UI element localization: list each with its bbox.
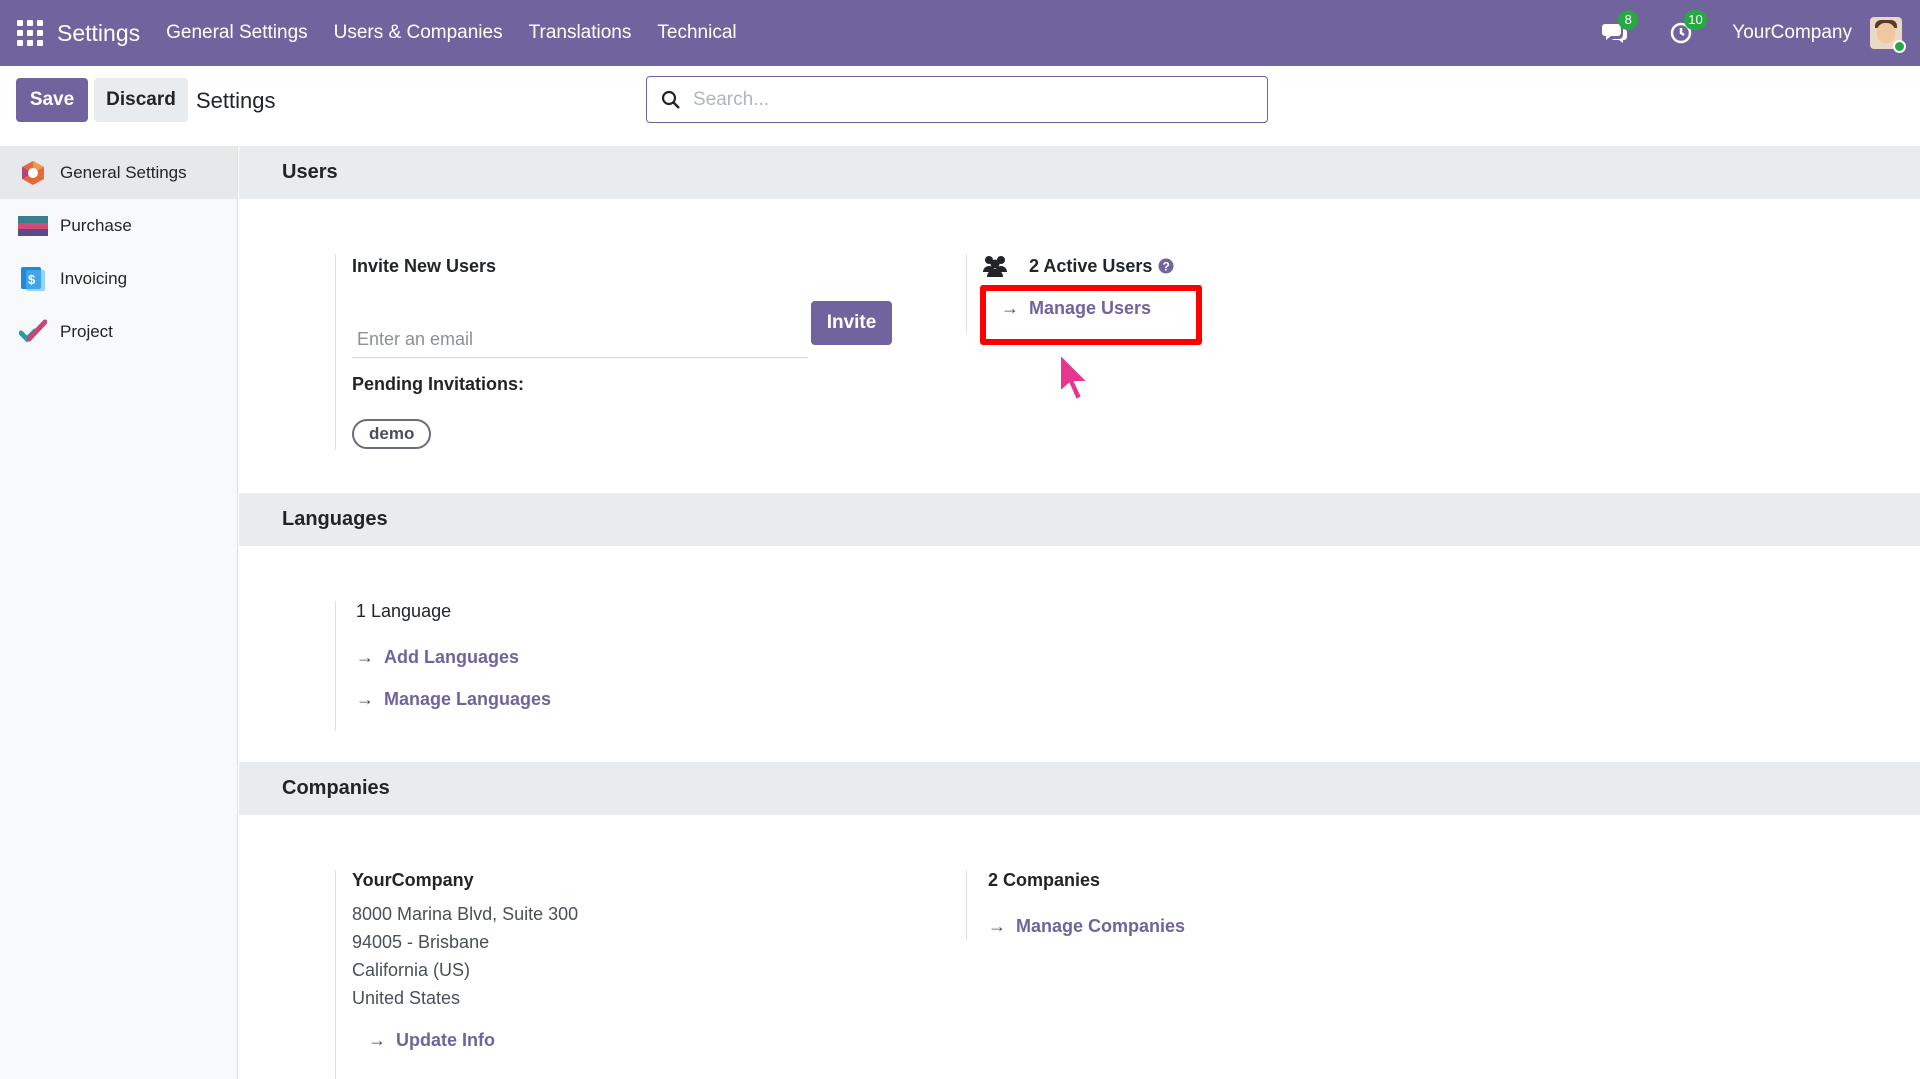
company-info-block: YourCompany 8000 Marina Blvd, Suite 300 … (335, 870, 835, 1079)
sidebar-item-label: Project (60, 321, 113, 341)
active-users-count: 2 Active Users (1029, 255, 1153, 276)
users-section-header: Users (239, 146, 1920, 199)
menu-users-companies[interactable]: Users & Companies (334, 22, 503, 44)
arrow-right-icon: → (988, 916, 1006, 936)
svg-text:?: ? (1163, 260, 1170, 274)
arrow-right-icon: → (356, 647, 374, 667)
company-name: YourCompany (352, 870, 474, 890)
purchase-app-icon (18, 213, 48, 239)
highlight-box (980, 285, 1202, 345)
search-icon (661, 90, 680, 109)
users-icon (983, 256, 1007, 277)
menu-technical[interactable]: Technical (657, 22, 736, 44)
settings-app-icon (18, 160, 48, 186)
companies-count: 2 Companies (988, 870, 1101, 890)
settings-sidebar: General Settings Purchase $ Invoicing Pr… (0, 146, 238, 1079)
search-bar[interactable] (646, 76, 1268, 123)
manage-companies-label: Manage Companies (1016, 916, 1186, 936)
invoicing-app-icon: $ (18, 266, 48, 292)
save-button[interactable]: Save (16, 78, 88, 122)
page-title: Settings (196, 88, 276, 113)
pending-invitations-label: Pending Invitations: (352, 374, 525, 394)
help-icon[interactable]: ? (1158, 258, 1174, 274)
sidebar-item-general-settings[interactable]: General Settings (0, 146, 237, 199)
company-address-line: 94005 - Brisbane (352, 932, 490, 952)
user-avatar[interactable] (1870, 17, 1906, 53)
email-field[interactable] (352, 322, 808, 358)
companies-count-block: 2 Companies → Manage Companies (966, 870, 1366, 940)
control-panel: Save Discard Settings (0, 66, 1920, 146)
manage-languages-link[interactable]: → Manage Languages (356, 689, 551, 710)
companies-section-header: Companies (239, 762, 1920, 815)
search-input[interactable] (693, 88, 1253, 111)
sidebar-item-purchase[interactable]: Purchase (0, 199, 237, 252)
arrow-right-icon: → (356, 689, 374, 709)
menu-translations[interactable]: Translations (529, 22, 632, 44)
invite-users-label: Invite New Users (352, 256, 497, 276)
manage-languages-label: Manage Languages (384, 689, 552, 709)
sidebar-item-invoicing[interactable]: $ Invoicing (0, 252, 237, 305)
language-count: 1 Language (356, 601, 452, 621)
company-address-line: United States (352, 988, 461, 1008)
languages-block: 1 Language → Add Languages → Manage Lang… (335, 601, 835, 731)
company-address-line: California (US) (352, 960, 471, 980)
languages-section-header: Languages (239, 493, 1920, 546)
online-status-icon (1893, 40, 1906, 53)
discard-button[interactable]: Discard (94, 78, 188, 122)
svg-text:$: $ (28, 272, 36, 287)
sidebar-item-label: Purchase (60, 215, 132, 235)
messages-button[interactable]: 8 (1600, 10, 1639, 48)
mouse-cursor-icon (1059, 352, 1091, 402)
activities-button[interactable]: 10 (1666, 10, 1707, 48)
update-info-label: Update Info (396, 1030, 495, 1050)
add-languages-link[interactable]: → Add Languages (356, 647, 519, 668)
invite-button[interactable]: Invite (811, 301, 892, 345)
messages-badge: 8 (1618, 10, 1639, 30)
company-switcher[interactable]: YourCompany (1732, 22, 1852, 44)
update-info-link[interactable]: → Update Info (368, 1030, 495, 1051)
invite-users-block: Invite New Users Invite Pending Invitati… (335, 254, 892, 450)
sidebar-item-label: General Settings (60, 162, 187, 182)
app-brand[interactable]: Settings (57, 20, 140, 47)
sidebar-item-label: Invoicing (60, 268, 128, 288)
activities-badge: 10 (1684, 10, 1707, 30)
arrow-right-icon: → (368, 1030, 386, 1050)
company-address-line: 8000 Marina Blvd, Suite 300 (352, 904, 579, 924)
manage-companies-link[interactable]: → Manage Companies (988, 916, 1185, 937)
top-navbar: Settings General Settings Users & Compan… (0, 0, 1920, 66)
pending-invitation-tag[interactable]: demo (352, 419, 432, 449)
menu-general-settings[interactable]: General Settings (166, 22, 308, 44)
project-app-icon (18, 319, 48, 345)
add-languages-label: Add Languages (384, 647, 520, 667)
app-grid-icon[interactable] (17, 20, 43, 46)
sidebar-item-project[interactable]: Project (0, 305, 237, 358)
